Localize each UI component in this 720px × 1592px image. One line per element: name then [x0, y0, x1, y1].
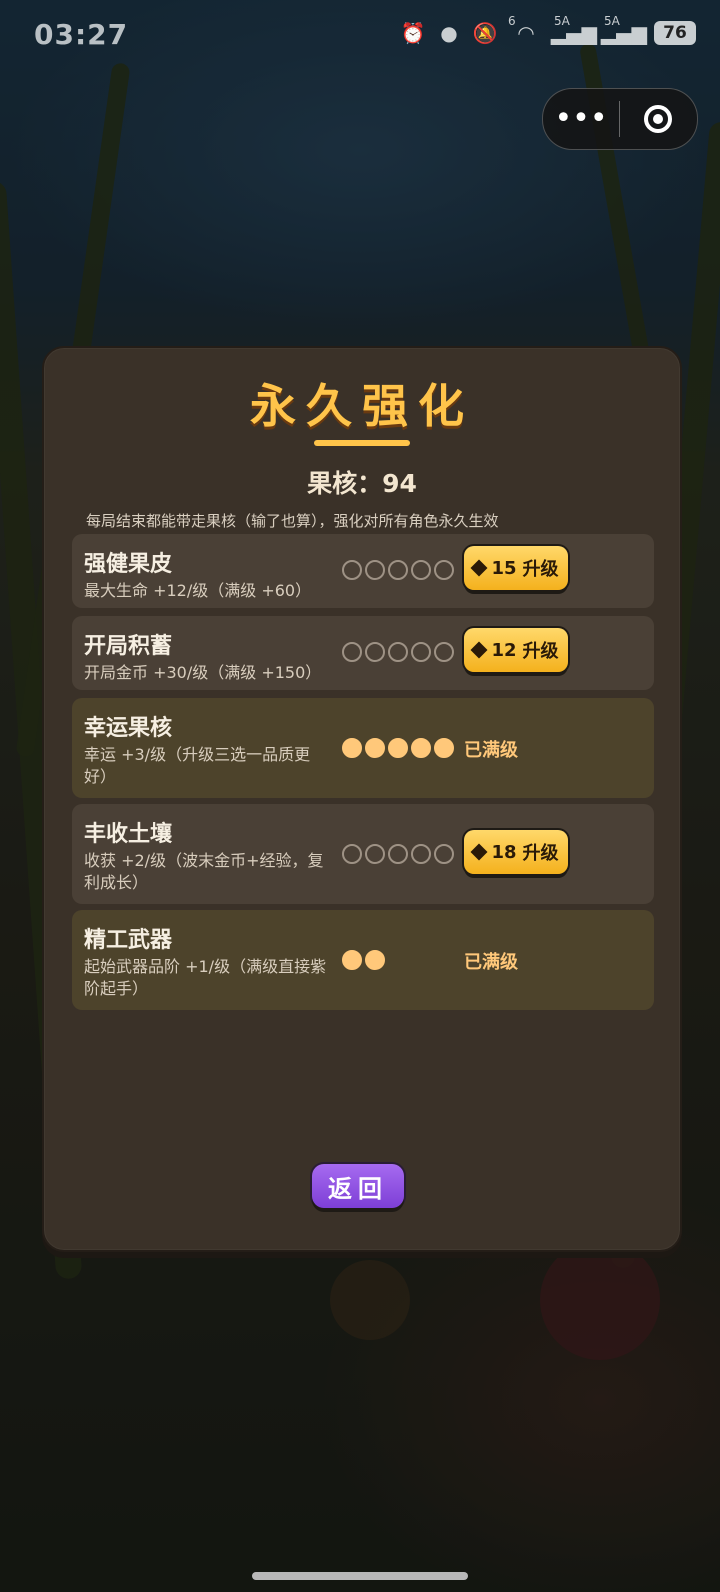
signal-icon-2: 5A ▂▄▆: [600, 14, 648, 45]
upgrade-description: 收获 +2/级（波末金币+经验，复利成长）: [84, 851, 324, 892]
level-dot-filled: [365, 738, 385, 758]
upgrade-button[interactable]: 12 升级: [464, 628, 568, 672]
level-indicator: [342, 950, 385, 970]
upgrade-cost: 15: [491, 557, 517, 579]
back-button[interactable]: 返回: [312, 1164, 404, 1208]
upgrade-cost: 12: [491, 639, 517, 661]
upgrade-cost: 18: [491, 841, 517, 863]
signal-label-2: 5A: [604, 14, 620, 28]
level-dot-empty: [411, 642, 431, 662]
level-indicator: [342, 738, 454, 758]
level-dot-filled: [388, 738, 408, 758]
upgrade-description: 最大生命 +12/级（满级 +60）: [84, 581, 312, 600]
level-dot-filled: [342, 738, 362, 758]
level-dot-empty: [434, 560, 454, 580]
panel-hint: 每局结束都能带走果核（输了也算），强化对所有角色永久生效: [86, 512, 499, 530]
upgrade-description: 开局金币 +30/级（满级 +150）: [84, 663, 322, 682]
upgrade-action-label: 升级: [522, 843, 559, 864]
status-icons: ⏰ ● 🔕 6 ◠ 5A ▂▄▆ 5A ▂▄▆ 76: [400, 14, 696, 46]
signal-icon-1: 5A ▂▄▆: [550, 14, 598, 45]
diamond-icon: [470, 641, 488, 659]
level-dot-filled: [434, 738, 454, 758]
upgrade-name: 开局积蓄: [84, 634, 173, 659]
core-count: 果核：94: [307, 469, 417, 498]
upgrade-button[interactable]: 18 升级: [464, 830, 568, 874]
upgrade-name: 精工武器: [84, 928, 173, 953]
battery-icon: 76: [654, 21, 696, 45]
maxed-label: 已满级: [464, 952, 518, 973]
more-dots-icon[interactable]: •••: [543, 104, 619, 134]
level-dot-empty: [342, 844, 362, 864]
upgrade-name: 强健果皮: [84, 552, 173, 577]
target-icon: [644, 105, 672, 133]
upgrade-description: 起始武器品阶 +1/级（满级直接紫阶起手）: [84, 957, 327, 998]
status-bar: 03:27 ⏰ ● 🔕 6 ◠ 5A ▂▄▆ 5A ▂▄▆ 76: [0, 0, 720, 70]
home-indicator[interactable]: [252, 1572, 468, 1580]
level-dot-empty: [434, 642, 454, 662]
mute-icon: 🔕: [472, 21, 498, 45]
upgrade-row: 精工武器起始武器品阶 +1/级（满级直接紫阶起手） 已满级: [72, 910, 654, 1010]
title-underline: [314, 440, 410, 446]
level-dot-empty: [411, 560, 431, 580]
permanent-upgrade-panel: 永久强化 果核：94 每局结束都能带走果核（输了也算），强化对所有角色永久生效 …: [42, 346, 682, 1252]
upgrade-name: 丰收土壤: [84, 822, 173, 847]
diamond-icon: [470, 559, 488, 577]
upgrade-name: 幸运果核: [84, 716, 173, 741]
level-dot-empty: [342, 642, 362, 662]
miniprogram-capsule: •••: [542, 88, 698, 150]
close-button[interactable]: [620, 105, 696, 133]
level-dot-empty: [388, 844, 408, 864]
level-dot-empty: [388, 560, 408, 580]
level-dot-empty: [411, 844, 431, 864]
upgrade-row: 开局积蓄开局金币 +30/级（满级 +150） 12 升级: [72, 616, 654, 690]
diamond-icon: [470, 843, 488, 861]
level-dot-empty: [388, 642, 408, 662]
upgrade-description: 幸运 +3/级（升级三选一品质更好）: [84, 745, 311, 786]
maxed-label: 已满级: [464, 740, 518, 761]
upgrade-action-label: 升级: [522, 559, 559, 580]
upgrade-row: 幸运果核幸运 +3/级（升级三选一品质更好） 已满级: [72, 698, 654, 798]
level-dot-filled: [342, 950, 362, 970]
level-dot-filled: [411, 738, 431, 758]
level-indicator: [342, 642, 454, 662]
wifi-icon: 6 ◠: [508, 14, 535, 45]
location-icon: ●: [440, 21, 458, 45]
status-time: 03:27: [34, 18, 129, 51]
level-dot-empty: [342, 560, 362, 580]
level-indicator: [342, 844, 454, 864]
alarm-icon: ⏰: [400, 21, 426, 45]
upgrade-action-label: 升级: [522, 641, 559, 662]
upgrade-button[interactable]: 15 升级: [464, 546, 568, 590]
level-dot-empty: [365, 844, 385, 864]
upgrade-row: 强健果皮最大生命 +12/级（满级 +60） 15 升级: [72, 534, 654, 608]
level-dot-empty: [365, 642, 385, 662]
level-indicator: [342, 560, 454, 580]
level-dot-empty: [434, 844, 454, 864]
wifi-badge: 6: [508, 14, 516, 28]
level-dot-empty: [365, 560, 385, 580]
signal-label-1: 5A: [554, 14, 570, 28]
panel-title: 永久强化: [250, 379, 474, 433]
level-dot-filled: [365, 950, 385, 970]
upgrade-row: 丰收土壤收获 +2/级（波末金币+经验，复利成长） 18 升级: [72, 804, 654, 904]
